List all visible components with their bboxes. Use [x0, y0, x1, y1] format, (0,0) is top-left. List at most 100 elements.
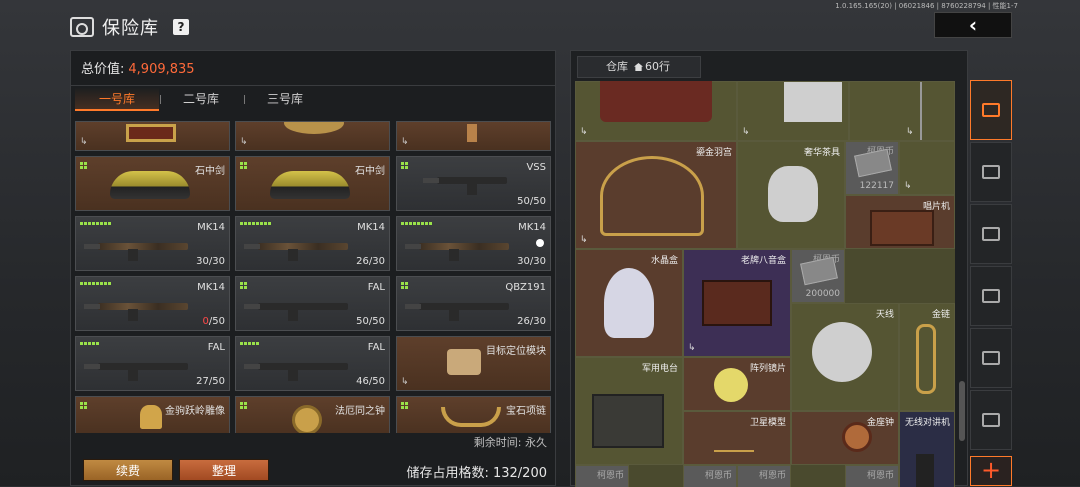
- warehouse-item[interactable]: 柯恩币: [683, 465, 737, 487]
- vault-tabs: 一号库 二号库 三号库: [75, 87, 327, 111]
- warehouse-item[interactable]: 无线对讲机: [899, 411, 955, 487]
- vault-item[interactable]: 目标定位模块 ↳: [396, 336, 551, 391]
- vault-item[interactable]: 宝石项链: [396, 396, 551, 433]
- tab-vault-2[interactable]: 二号库: [159, 87, 245, 111]
- add-button[interactable]: +: [970, 456, 1012, 486]
- warehouse-item[interactable]: 军用电台: [575, 357, 683, 465]
- warehouse-item[interactable]: 老牌八音盒 ↳: [683, 249, 791, 357]
- category-weapons[interactable]: [970, 204, 1012, 264]
- tab-vault-1[interactable]: 一号库: [75, 87, 161, 111]
- storage-usage: 储存占用格数: 132/200: [406, 466, 547, 481]
- warehouse-item[interactable]: 柯恩币 200000: [791, 249, 845, 303]
- warehouse-item[interactable]: 柯恩币: [737, 465, 791, 487]
- vault-item[interactable]: FAL 46/50: [235, 336, 390, 391]
- bullet-icon: [982, 351, 1000, 365]
- item-name: QBZ191: [505, 282, 546, 293]
- radio-art: [592, 394, 664, 448]
- warehouse-item[interactable]: 柯恩币 122117: [845, 141, 899, 195]
- warehouse-item[interactable]: 天线: [791, 303, 899, 411]
- category-consumables[interactable]: [970, 328, 1012, 388]
- warehouse-tab-label: 仓库: [606, 60, 628, 73]
- category-all[interactable]: [970, 80, 1012, 140]
- version-text: 1.0.165.165(20) | 06021846 | 8760228794 …: [835, 2, 1018, 10]
- vault-item[interactable]: 石中剑: [235, 156, 390, 211]
- item-name: 奢华茶具: [803, 148, 840, 158]
- ammo-count: 50/50: [517, 196, 546, 207]
- music-box-art: [702, 280, 772, 326]
- item-name: 柯恩币: [704, 471, 732, 481]
- vault-item[interactable]: ↳: [75, 121, 230, 151]
- vault-item[interactable]: MK14 30/30: [396, 216, 551, 271]
- help-button[interactable]: ?: [173, 19, 189, 35]
- vault-item[interactable]: MK14 30/30: [75, 216, 230, 271]
- vault-item[interactable]: ↳: [396, 121, 551, 151]
- rarity-pips: [80, 162, 87, 169]
- warehouse-tab[interactable]: 仓库 60行: [577, 56, 701, 78]
- renew-button[interactable]: 续费: [83, 459, 173, 481]
- warehouse-item[interactable]: 奢华茶具: [737, 141, 845, 249]
- warehouse-item[interactable]: 水晶盒: [575, 249, 683, 357]
- warehouse-item[interactable]: ↳: [849, 81, 955, 141]
- lens-art: [714, 368, 748, 402]
- item-name: 水晶盒: [650, 256, 678, 266]
- vault-item[interactable]: 金驹跃岭雕像: [75, 396, 230, 433]
- item-name: MK14: [197, 282, 225, 293]
- ammo-count: 50/50: [356, 316, 385, 327]
- vault-item[interactable]: QBZ191 26/30: [396, 276, 551, 331]
- move-arrow-icon: ↳: [80, 137, 88, 147]
- vault-item[interactable]: FAL 27/50: [75, 336, 230, 391]
- item-name: 柯恩币: [758, 471, 786, 481]
- vault-item[interactable]: MK14 26/30: [235, 216, 390, 271]
- item-name: 石中剑: [195, 166, 225, 177]
- category-gear[interactable]: [970, 390, 1012, 450]
- warehouse-item[interactable]: 唱片机: [845, 195, 955, 249]
- rarity-pips: [80, 342, 99, 345]
- vault-item[interactable]: FAL 50/50: [235, 276, 390, 331]
- rarity-pips: [80, 222, 111, 225]
- back-button[interactable]: ‹: [934, 12, 1012, 38]
- vault-item[interactable]: 石中剑: [75, 156, 230, 211]
- ornament-art: [284, 122, 344, 134]
- rarity-pips: [401, 222, 432, 225]
- warehouse-item[interactable]: 鎏金羽宫 ↳: [575, 141, 737, 249]
- vault-item[interactable]: MK14 0/50: [75, 276, 230, 331]
- tab-vault-3[interactable]: 三号库: [243, 87, 327, 111]
- item-name: 天线: [875, 310, 894, 320]
- sort-button[interactable]: 整理: [179, 459, 269, 481]
- warehouse-item[interactable]: 金链: [899, 303, 955, 411]
- car-art: [270, 171, 350, 199]
- warehouse-item[interactable]: 阵列镜片: [683, 357, 791, 411]
- move-arrow-icon: ↳: [906, 127, 914, 137]
- backpack-icon: [982, 165, 1000, 179]
- category-ammo[interactable]: [970, 266, 1012, 326]
- warehouse-item[interactable]: 卫星模型: [683, 411, 791, 465]
- warehouse-item[interactable]: 柯恩币: [575, 465, 629, 487]
- rarity-pips: [401, 402, 408, 409]
- scrollbar[interactable]: [959, 381, 965, 441]
- tab-label: 三号库: [266, 92, 303, 106]
- item-name: 石中剑: [355, 166, 385, 177]
- warehouse-item[interactable]: ↳: [575, 81, 737, 141]
- ammo-count: 0/50: [203, 316, 225, 327]
- tea-set-art: [768, 166, 818, 222]
- warehouse-item[interactable]: 柯恩币: [845, 465, 899, 487]
- pendant-art: [467, 124, 477, 142]
- vest-icon: [982, 413, 1000, 427]
- rifle-art: [244, 243, 348, 261]
- necklace-art: [441, 407, 501, 427]
- vault-item[interactable]: ↳: [235, 121, 390, 151]
- layers-icon: [982, 103, 1000, 117]
- tab-label: 一号库: [98, 92, 135, 106]
- ammo-count: 30/30: [196, 256, 225, 267]
- vault-panel: 总价值:4,909,835 一号库 二号库 三号库 ↳ ↳ ↳ 石中剑 石中剑: [70, 50, 556, 486]
- warehouse-item[interactable]: 金座钟: [791, 411, 899, 465]
- warehouse-item[interactable]: ↳: [737, 81, 849, 141]
- vault-item[interactable]: 法厄同之钟: [235, 396, 390, 433]
- gold-chain-art: [916, 324, 936, 394]
- divider: [71, 85, 555, 86]
- rifle-art: [84, 363, 188, 381]
- item-name: 宝石项链: [506, 406, 546, 417]
- vault-item[interactable]: VSS 50/50: [396, 156, 551, 211]
- warehouse-item[interactable]: ↳: [899, 141, 955, 195]
- category-armor[interactable]: [970, 142, 1012, 202]
